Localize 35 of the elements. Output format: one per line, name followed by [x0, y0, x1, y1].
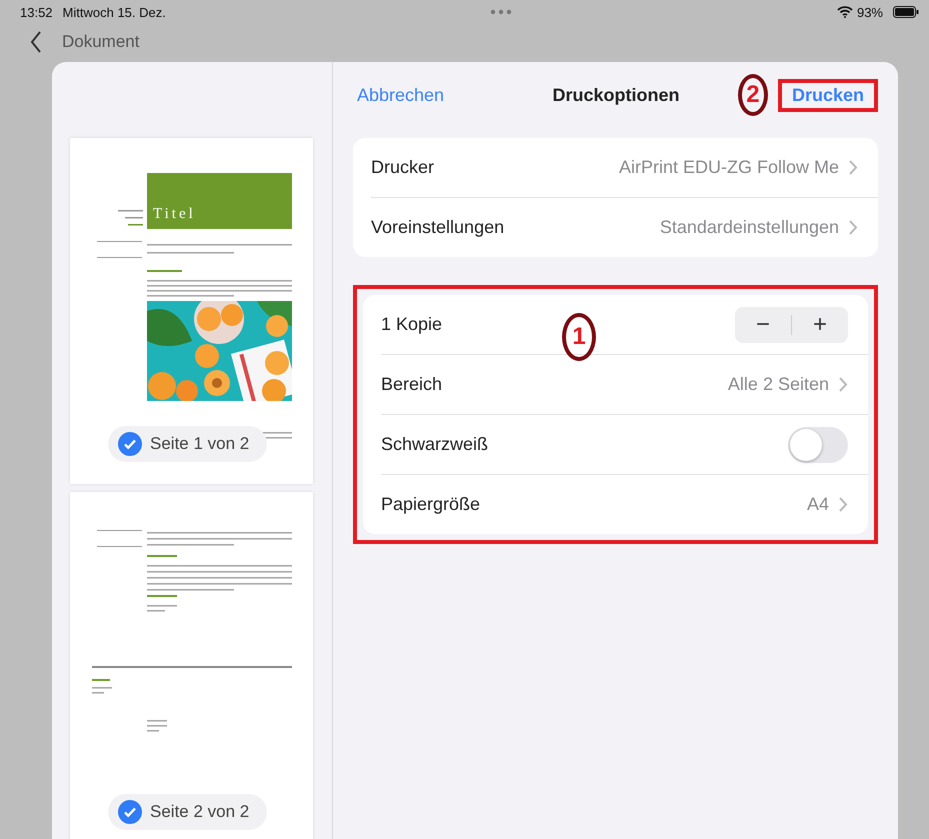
page-selector[interactable]: Seite 2 von 2: [108, 794, 268, 830]
setting-value: Standardeinstellungen: [660, 217, 839, 238]
page-thumbnail[interactable]: Seite 2 von 2: [70, 492, 313, 839]
status-time: 13:52: [20, 4, 53, 20]
page-thumbnail[interactable]: Titel Seite 1 von 2: [70, 138, 313, 484]
sheet-title: Druckoptionen: [552, 84, 681, 106]
setting-value: A4: [806, 494, 829, 515]
battery-percent: 93%: [856, 4, 883, 20]
setting-label: Drucker: [371, 157, 436, 178]
checkmark-icon: [118, 432, 142, 456]
cover-title: Titel: [147, 173, 292, 229]
setting-value: Alle 2 Seiten: [728, 374, 829, 395]
chevron-icon: [839, 377, 848, 392]
setting-label: Schwarzweiß: [381, 434, 490, 455]
setting-label: Bereich: [381, 374, 444, 395]
more-dots-icon: [490, 9, 512, 15]
setting-value: AirPrint EDU-ZG Follow Me: [618, 157, 839, 178]
increment-button[interactable]: +: [792, 310, 848, 340]
chevron-icon: [839, 497, 848, 512]
chevron-icon: [849, 220, 858, 235]
page-selector[interactable]: Seite 1 von 2: [108, 426, 268, 462]
setting-label: Papiergröße: [381, 494, 482, 515]
wifi-icon: [836, 6, 853, 18]
decrement-button[interactable]: −: [735, 310, 791, 340]
checkmark-icon: [118, 800, 142, 824]
document-title: Dokument: [62, 32, 140, 52]
setting-label: 1 Kopie: [381, 314, 444, 335]
toggle-switch[interactable]: [788, 426, 848, 462]
setting-label: Voreinstellungen: [371, 217, 506, 238]
status-date: Mittwoch 15. Dez.: [62, 4, 166, 20]
callout-number: 2: [738, 74, 768, 116]
back-icon[interactable]: [30, 31, 42, 53]
battery-icon: [893, 6, 919, 18]
callout-number: 1: [562, 313, 596, 361]
chevron-icon: [849, 160, 858, 175]
